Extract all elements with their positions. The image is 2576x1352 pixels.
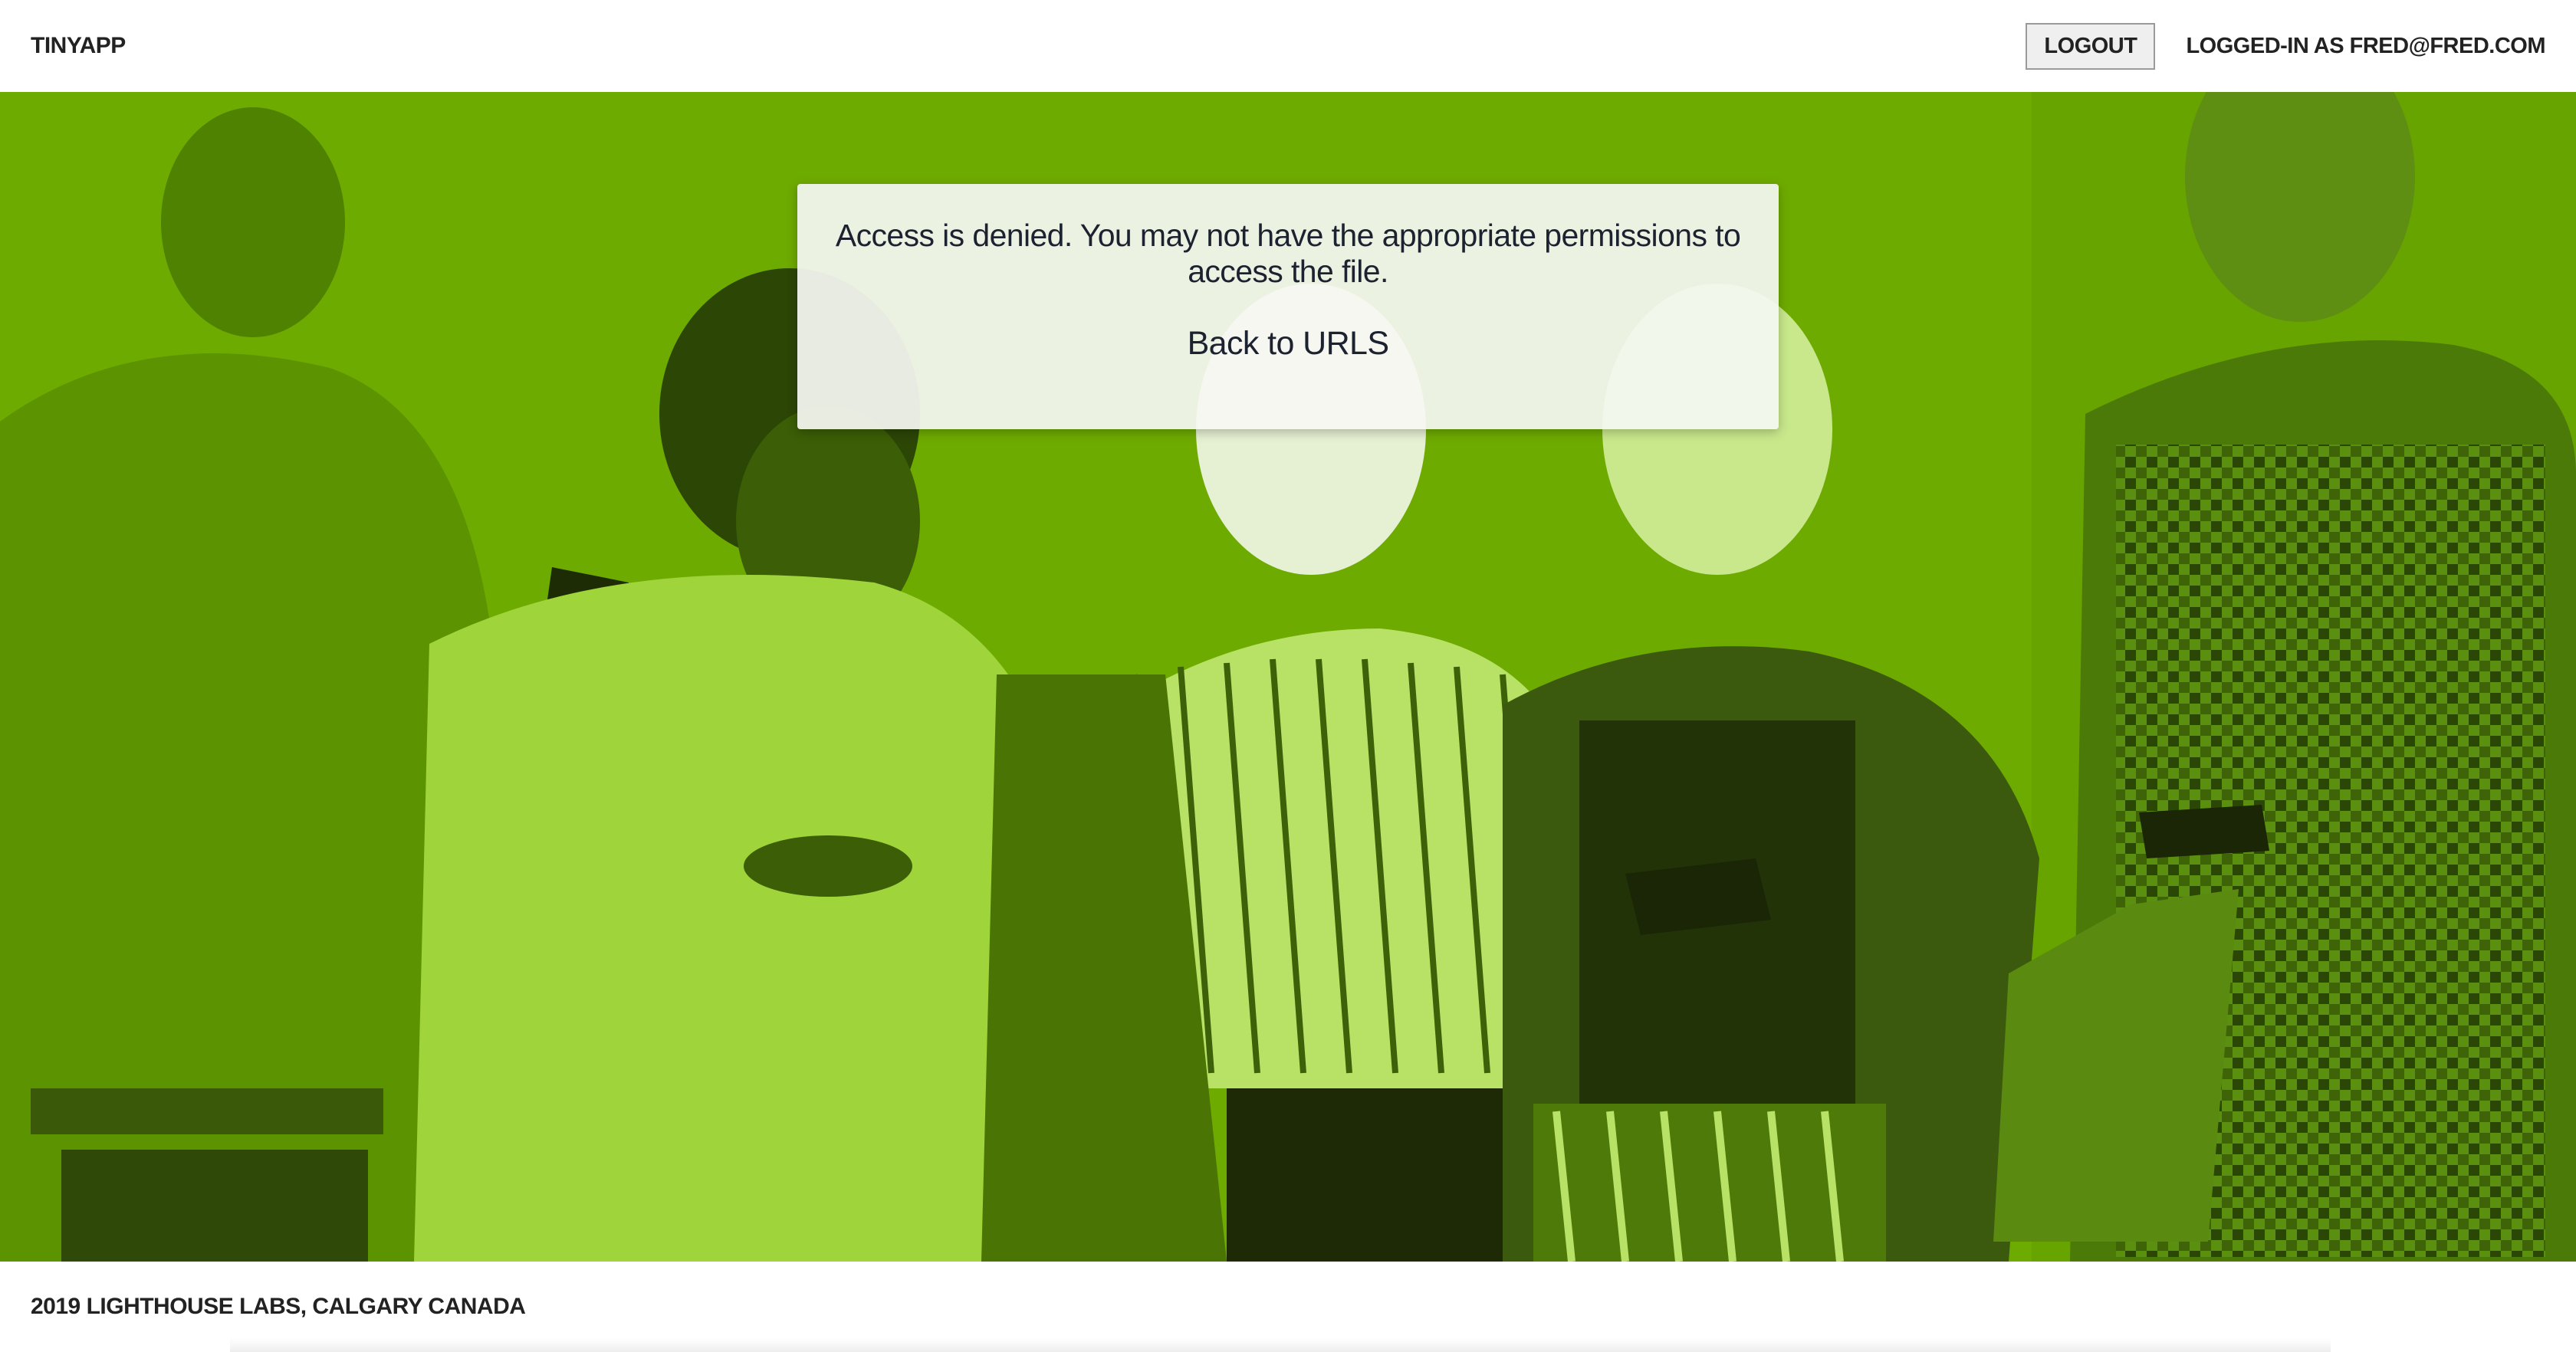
right-nav: LOGOUT LOGGED-IN AS FRED@FRED.COM xyxy=(2026,22,2545,70)
logout-button[interactable]: LOGOUT xyxy=(2026,22,2156,70)
footer: 2019 LIGHTHOUSE LABS, CALGARY CANADA xyxy=(0,1262,2576,1352)
brand-logo[interactable]: TINYAPP xyxy=(31,33,126,59)
logged-in-status: LOGGED-IN AS FRED@FRED.COM xyxy=(2186,33,2545,58)
access-denied-message: Access is denied. You may not have the a… xyxy=(835,218,1741,289)
access-denied-panel: Access is denied. You may not have the a… xyxy=(797,184,1779,429)
footer-shadow xyxy=(230,1338,2331,1352)
back-to-urls-link[interactable]: Back to URLS xyxy=(1188,325,1389,363)
footer-copyright: 2019 LIGHTHOUSE LABS, CALGARY CANADA xyxy=(31,1294,526,1319)
top-navbar: TINYAPP LOGOUT LOGGED-IN AS FRED@FRED.CO… xyxy=(0,0,2576,92)
